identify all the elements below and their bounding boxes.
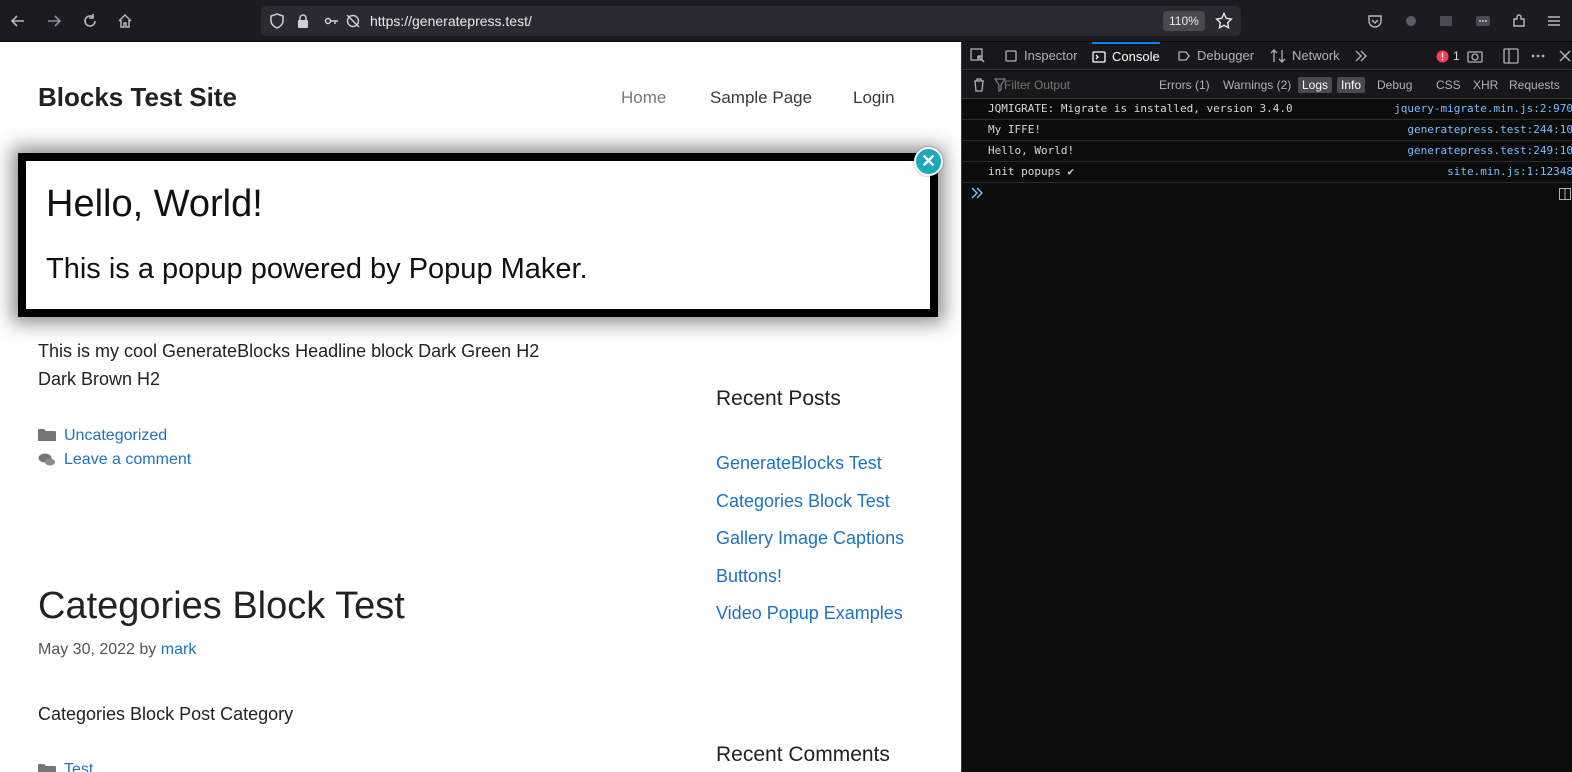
recent-posts-title: Recent Posts	[716, 387, 841, 410]
log-message: init popups ✔	[988, 165, 1075, 178]
error-icon	[1436, 50, 1449, 62]
more-tabs-chevron-icon[interactable]	[1354, 49, 1368, 63]
tracking-shield-icon[interactable]	[269, 13, 285, 29]
reload-icon[interactable]	[78, 9, 102, 33]
comments-icon	[38, 452, 56, 468]
recent-post-link[interactable]: Categories Block Test	[716, 491, 890, 512]
devtools-tab-bar: Inspector Console Debugger Network 1	[962, 42, 1572, 70]
tab-network-label: Network	[1292, 48, 1340, 63]
folder-icon-2	[38, 763, 56, 772]
extension-icon[interactable]	[1399, 9, 1423, 33]
post-text-line-2: Dark Brown H2	[38, 369, 161, 389]
console-log-row: Hello, World! generatepress.test:249:10	[962, 141, 1572, 162]
tab-debugger-label: Debugger	[1197, 48, 1255, 63]
post2-text: Categories Block Post Category	[38, 704, 294, 724]
bookmark-star-icon[interactable]	[1215, 12, 1233, 30]
category-link[interactable]: Uncategorized	[64, 427, 167, 445]
tab-network[interactable]: Network	[1270, 42, 1340, 70]
url-bar[interactable]: https://generatepress.test/ 110%	[261, 6, 1241, 36]
tab-debugger[interactable]: Debugger	[1177, 42, 1254, 70]
tab-inspector-label: Inspector	[1024, 48, 1078, 63]
log-message: JQMIGRATE: Migrate is installed, version…	[988, 102, 1293, 115]
console-log-row: init popups ✔ site.min.js:1:12348	[962, 162, 1572, 183]
extension-icon-2[interactable]	[1434, 9, 1458, 33]
console-log-row: My IFFE! generatepress.test:244:10	[962, 120, 1572, 141]
error-count-badge[interactable]: 1	[1436, 49, 1460, 63]
post-meta: May 30, 2022 by mark	[38, 641, 196, 659]
nav-login[interactable]: Login	[853, 88, 895, 108]
camera-blocked-icon[interactable]	[345, 13, 361, 29]
recent-post-link[interactable]: Video Popup Examples	[716, 603, 903, 624]
console-log-row: JQMIGRATE: Migrate is installed, version…	[962, 99, 1572, 120]
filter-xhr[interactable]: XHR	[1469, 77, 1502, 93]
popup-body-text: This is a popup powered by Popup Maker.	[46, 253, 588, 285]
filter-css[interactable]: CSS	[1432, 77, 1465, 93]
permissions-icon[interactable]	[323, 13, 339, 29]
zoom-level-badge[interactable]: 110%	[1163, 11, 1205, 31]
dock-side-icon[interactable]	[1503, 48, 1519, 64]
nav-home[interactable]: Home	[621, 88, 666, 108]
leave-comment-link[interactable]: Leave a comment	[64, 451, 191, 469]
console-icon	[1092, 51, 1106, 63]
home-icon[interactable]	[113, 9, 137, 33]
browser-toolbar: https://generatepress.test/ 110%	[0, 0, 1572, 42]
inspector-icon	[1005, 50, 1017, 62]
post-by-label: by	[139, 641, 157, 658]
error-count: 1	[1453, 49, 1460, 63]
tab-console[interactable]: Console	[1092, 42, 1160, 70]
log-source-link[interactable]: generatepress.test:249:10	[1407, 144, 1572, 157]
popup-heading: Hello, World!	[46, 183, 263, 225]
filter-debug[interactable]: Debug	[1373, 77, 1416, 93]
back-arrow-icon[interactable]	[6, 9, 30, 33]
recent-post-link[interactable]: Buttons!	[716, 566, 782, 587]
console-prompt-icon[interactable]	[970, 186, 984, 200]
hamburger-menu-icon[interactable]	[1542, 9, 1566, 33]
forward-arrow-icon[interactable]	[42, 9, 66, 33]
log-source-link[interactable]: generatepress.test:244:10	[1407, 123, 1572, 136]
filter-info[interactable]: Info	[1337, 77, 1366, 93]
trash-icon[interactable]	[972, 77, 986, 93]
recent-post-link[interactable]: GenerateBlocks Test	[716, 453, 882, 474]
page-viewport: Blocks Test Site Home Sample Page Login …	[0, 42, 961, 772]
close-devtools-icon[interactable]	[1558, 48, 1572, 64]
recent-comments-title: Recent Comments	[716, 743, 890, 766]
filter-output-input[interactable]	[1004, 76, 1144, 94]
lock-icon[interactable]	[295, 13, 311, 29]
site-title[interactable]: Blocks Test Site	[38, 82, 237, 113]
post-text-line-1: This is my cool GenerateBlocks Headline …	[38, 341, 540, 361]
popup-modal: Hello, World! This is a popup powered by…	[18, 153, 938, 317]
log-source-link[interactable]: site.min.js:1:12348	[1447, 165, 1572, 178]
split-console-icon[interactable]	[1559, 188, 1571, 200]
filter-errors[interactable]: Errors (1)	[1155, 77, 1214, 93]
folder-icon	[38, 428, 56, 442]
element-picker-icon[interactable]	[970, 48, 986, 64]
post-author-link[interactable]: mark	[161, 641, 197, 658]
tab-inspector[interactable]: Inspector	[1004, 42, 1077, 70]
network-icon	[1270, 49, 1286, 63]
console-filter-bar: Errors (1) Warnings (2) Logs Info Debug …	[962, 71, 1572, 99]
url-text[interactable]: https://generatepress.test/	[370, 13, 532, 29]
pocket-icon[interactable]	[1363, 9, 1387, 33]
log-message: My IFFE!	[988, 123, 1041, 136]
nav-sample-page[interactable]: Sample Page	[710, 88, 812, 108]
recent-post-link[interactable]: Gallery Image Captions	[716, 528, 904, 549]
filter-logs[interactable]: Logs	[1298, 77, 1333, 93]
filter-warnings[interactable]: Warnings (2)	[1219, 77, 1295, 93]
devtools-panel: Inspector Console Debugger Network 1 Fil…	[961, 42, 1572, 772]
log-source-link[interactable]: jquery-migrate.min.js:2:970	[1394, 102, 1572, 115]
post-title[interactable]: Categories Block Test	[38, 585, 405, 628]
popup-close-button[interactable]: ✕	[914, 147, 943, 176]
debugger-icon	[1178, 51, 1190, 61]
more-extensions-icon[interactable]	[1471, 9, 1495, 33]
post-date: May 30, 2022	[38, 641, 135, 658]
tab-console-label: Console	[1112, 49, 1160, 64]
devtools-menu-icon[interactable]	[1530, 48, 1546, 64]
close-icon: ✕	[920, 151, 937, 171]
filter-requests[interactable]: Requests	[1505, 77, 1564, 93]
log-message: Hello, World!	[988, 144, 1075, 157]
extensions-puzzle-icon[interactable]	[1507, 9, 1531, 33]
screenshot-icon[interactable]	[1467, 48, 1483, 64]
post2-category-link[interactable]: Test	[64, 761, 93, 772]
